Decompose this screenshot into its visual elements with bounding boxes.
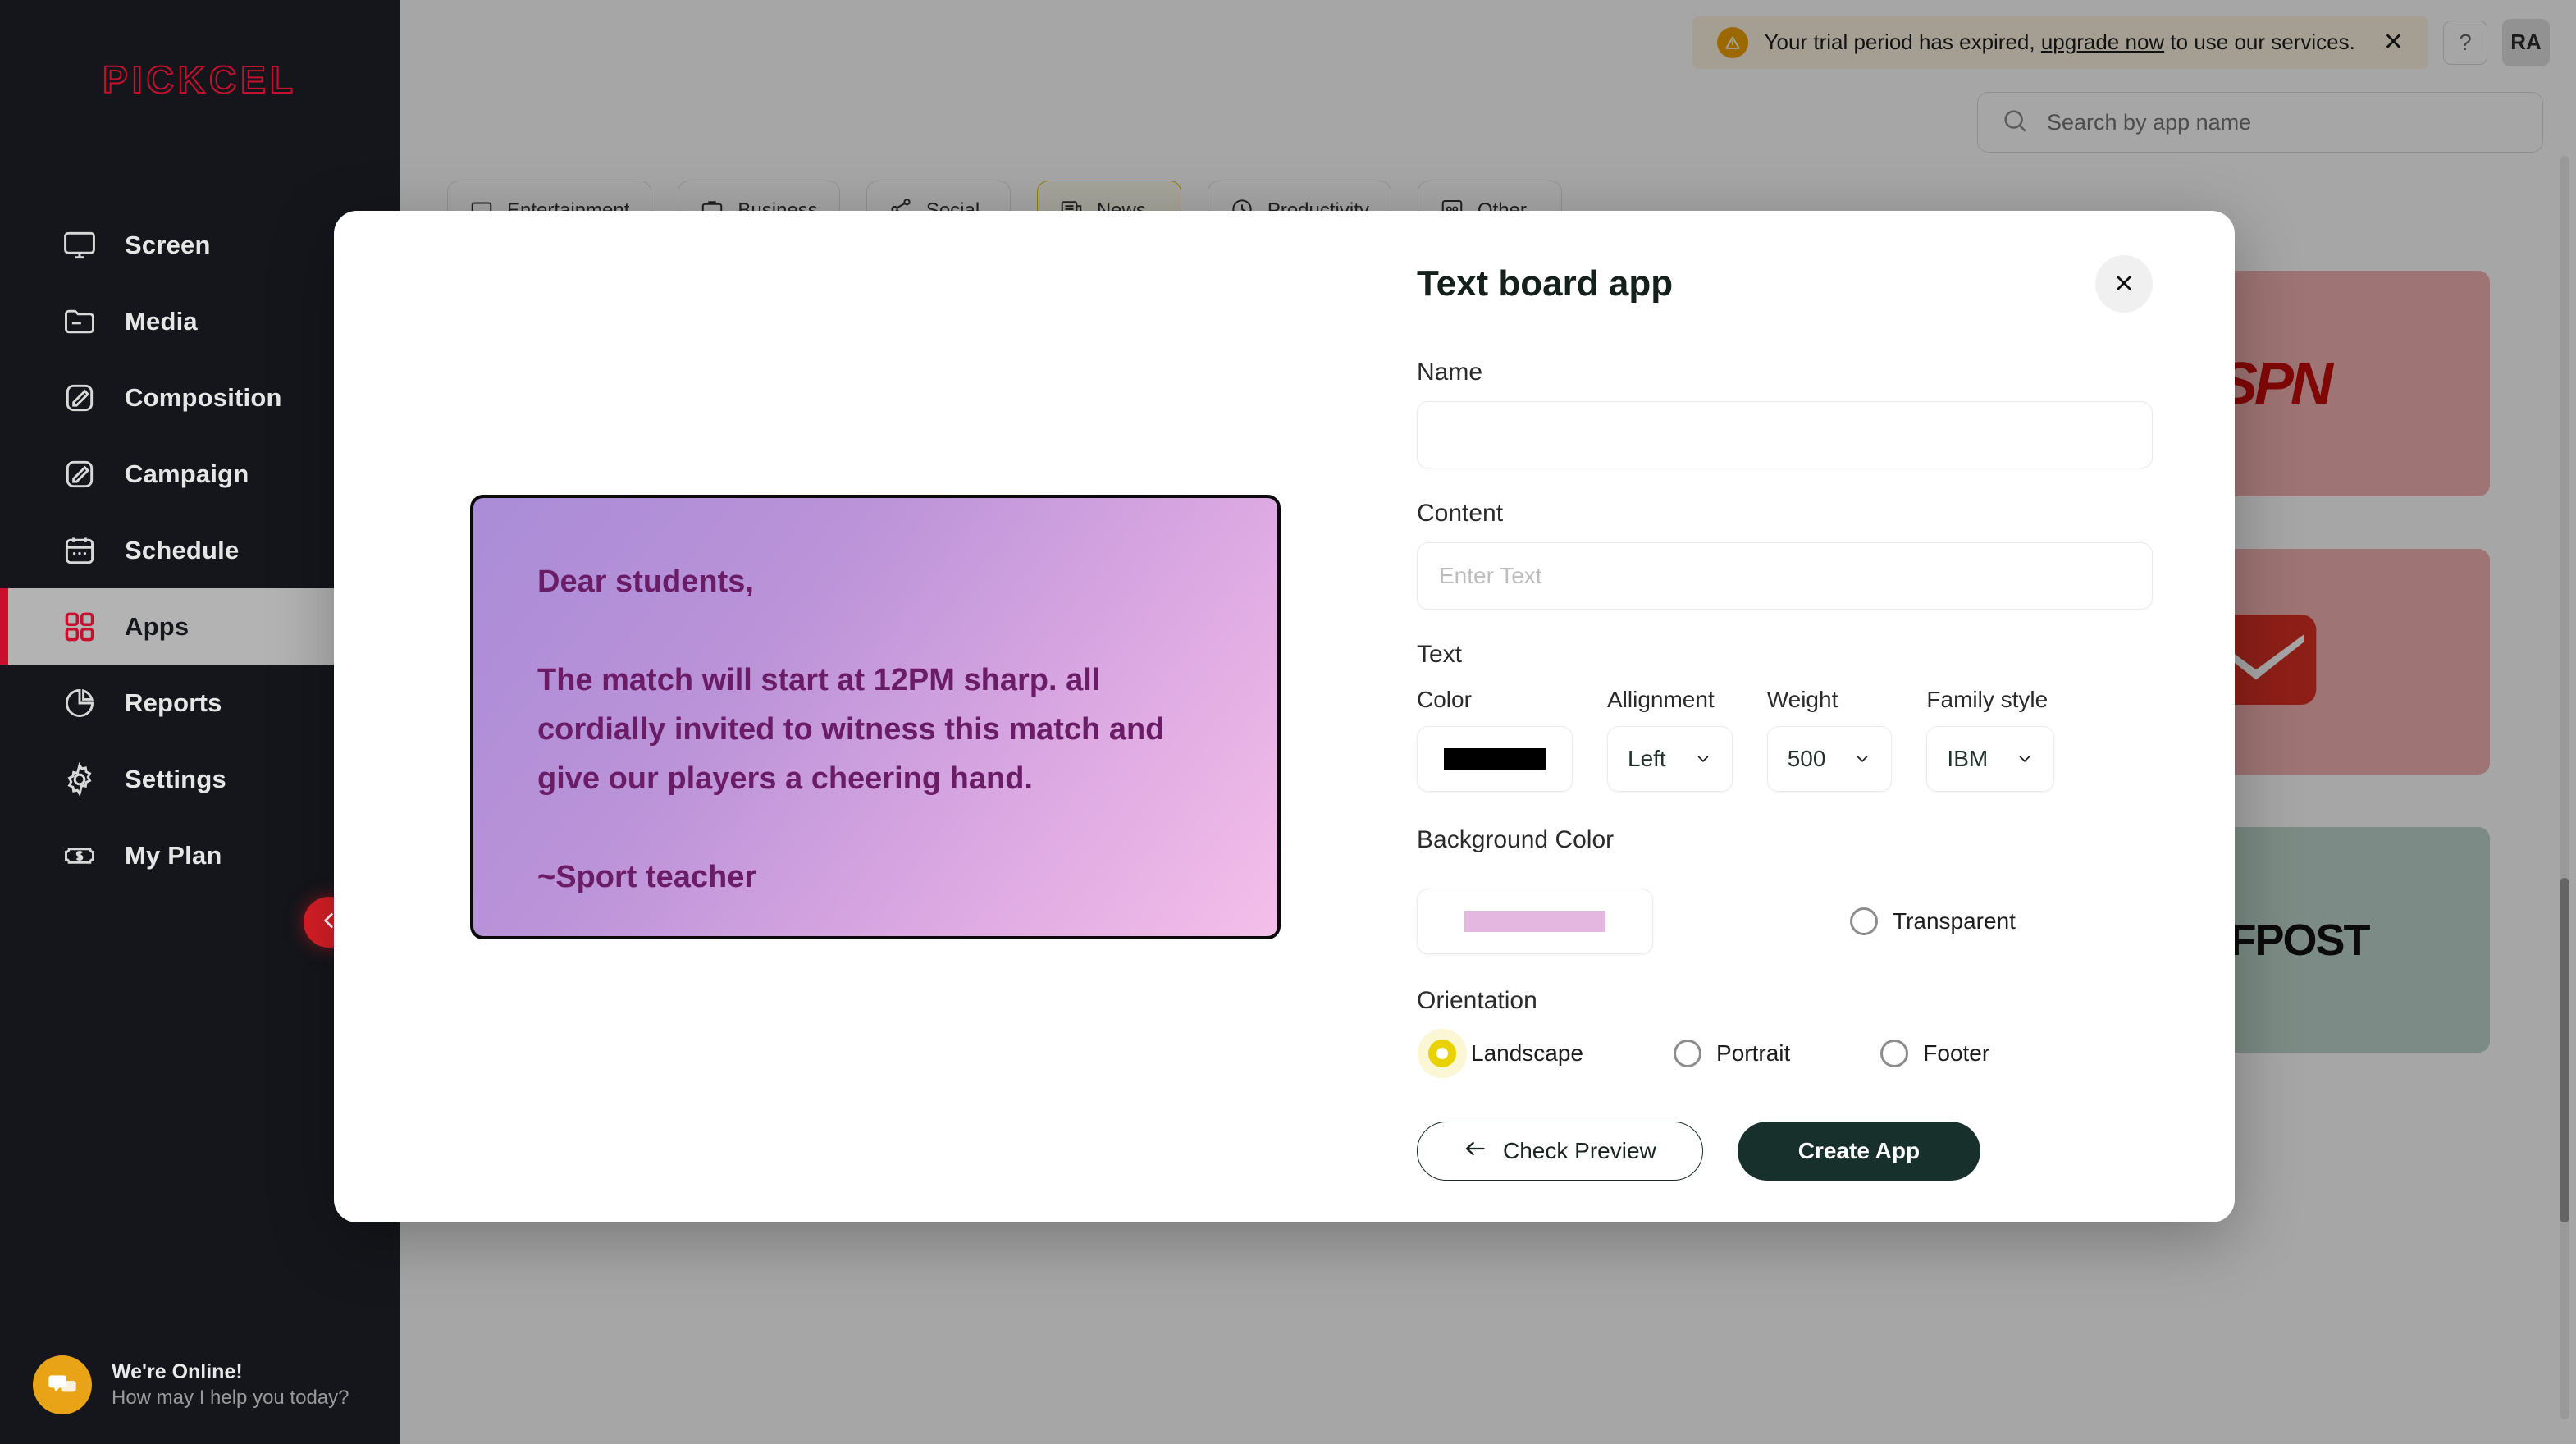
background-color-row: Transparent <box>1417 889 2153 954</box>
text-color-picker[interactable] <box>1417 726 1573 792</box>
portrait-radio[interactable] <box>1674 1040 1701 1067</box>
text-section-label: Text <box>1417 641 2153 669</box>
chevron-down-icon <box>1694 750 1712 768</box>
text-weight-control: Weight 500 <box>1767 687 1893 792</box>
orientation-option-landscape[interactable]: Landscape <box>1428 1040 1583 1067</box>
text-alignment-label: Allignment <box>1607 687 1733 713</box>
orientation-options: Landscape Portrait Footer <box>1417 1040 2153 1067</box>
modal-title: Text board app <box>1417 263 1673 304</box>
transparent-label: Transparent <box>1893 908 2016 934</box>
background-color-label: Background Color <box>1417 826 2153 854</box>
orientation-option-footer[interactable]: Footer <box>1880 1040 1989 1067</box>
background-section: Background Color Transparent <box>1417 826 2153 954</box>
footer-radio[interactable] <box>1880 1040 1908 1067</box>
family-style-select[interactable]: IBM <box>1926 726 2054 792</box>
orientation-section: Orientation Landscape Portrait Footer <box>1417 987 2153 1067</box>
background-color-swatch <box>1464 911 1605 932</box>
footer-label: Footer <box>1923 1040 1989 1067</box>
text-family-label: Family style <box>1926 687 2054 713</box>
text-color-swatch <box>1444 748 1546 770</box>
text-weight-label: Weight <box>1767 687 1893 713</box>
text-board-app-modal: Dear students, The match will start at 1… <box>334 211 2235 1222</box>
content-input[interactable] <box>1417 542 2153 610</box>
name-field-block: Name <box>1417 359 2153 468</box>
preview-text: Dear students, The match will start at 1… <box>537 557 1213 902</box>
app-root: PICKCEL Screen Media Composition <box>0 0 2576 1444</box>
alignment-value: Left <box>1628 746 1666 772</box>
check-preview-label: Check Preview <box>1503 1138 1656 1164</box>
text-color-label: Color <box>1417 687 1573 713</box>
text-alignment-control: Allignment Left <box>1607 687 1733 792</box>
text-controls-row: Color Allignment Left Weight <box>1417 687 2153 792</box>
transparent-radio[interactable] <box>1850 907 1878 935</box>
name-input[interactable] <box>1417 401 2153 468</box>
alignment-select[interactable]: Left <box>1607 726 1733 792</box>
portrait-label: Portrait <box>1716 1040 1790 1067</box>
transparent-radio-option[interactable]: Transparent <box>1850 907 2016 935</box>
chevron-down-icon <box>2016 750 2034 768</box>
weight-select[interactable]: 500 <box>1767 726 1893 792</box>
arrow-left-icon <box>1464 1138 1487 1164</box>
chevron-down-icon <box>1853 750 1871 768</box>
landscape-label: Landscape <box>1471 1040 1583 1067</box>
orientation-label: Orientation <box>1417 987 2153 1015</box>
orientation-option-portrait[interactable]: Portrait <box>1674 1040 1790 1067</box>
text-board-preview: Dear students, The match will start at 1… <box>470 495 1281 939</box>
content-field-label: Content <box>1417 500 2153 528</box>
modal-actions: Check Preview Create App <box>1417 1122 2153 1181</box>
name-field-label: Name <box>1417 359 2153 386</box>
landscape-radio[interactable] <box>1428 1040 1456 1067</box>
close-icon <box>2112 271 2136 298</box>
modal-preview-pane: Dear students, The match will start at 1… <box>334 211 1417 1222</box>
family-style-value: IBM <box>1947 746 1988 772</box>
modal-overlay: Dear students, The match will start at 1… <box>0 0 2576 1444</box>
close-button[interactable] <box>2095 255 2153 313</box>
text-family-control: Family style IBM <box>1926 687 2054 792</box>
content-field-block: Content <box>1417 500 2153 610</box>
text-color-control: Color <box>1417 687 1573 792</box>
modal-form-pane: Text board app Name Content Text <box>1417 211 2235 1222</box>
create-app-button[interactable]: Create App <box>1738 1122 1980 1181</box>
modal-header: Text board app <box>1417 255 2153 313</box>
check-preview-button[interactable]: Check Preview <box>1417 1122 1703 1181</box>
weight-value: 500 <box>1788 746 1826 772</box>
background-color-picker[interactable] <box>1417 889 1653 954</box>
